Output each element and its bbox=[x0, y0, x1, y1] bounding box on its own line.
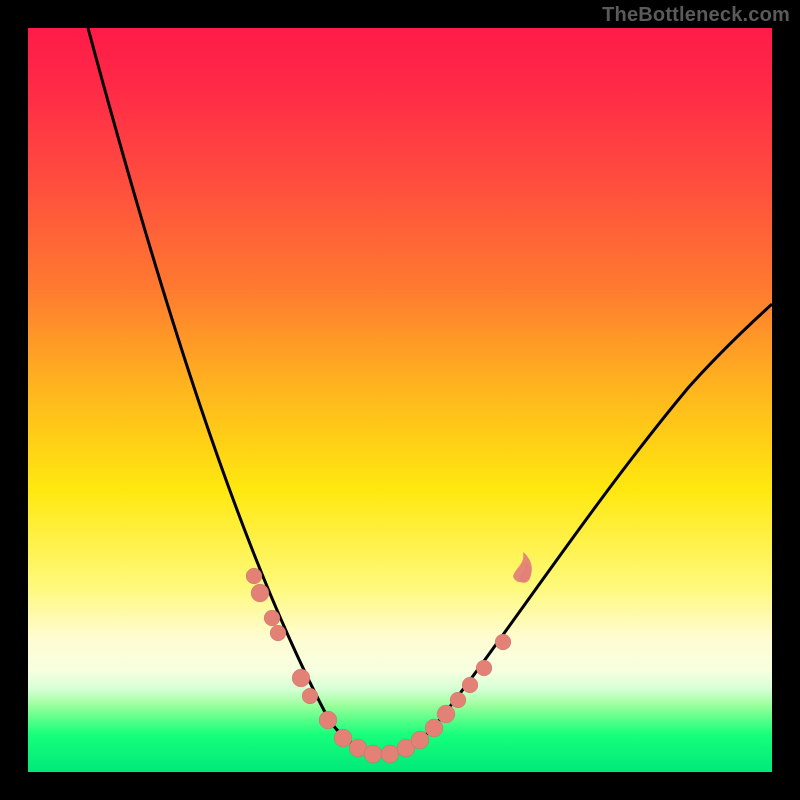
chart-frame: TheBottleneck.com bbox=[0, 0, 800, 800]
marker-dot bbox=[495, 634, 511, 650]
marker-dot bbox=[411, 731, 429, 749]
bottleneck-curve bbox=[88, 28, 772, 753]
marker-dot bbox=[302, 688, 318, 704]
curve-layer bbox=[28, 28, 772, 772]
markers-bottom bbox=[364, 731, 429, 763]
markers-right bbox=[425, 634, 511, 737]
marker-dot bbox=[462, 677, 478, 693]
marker-dot bbox=[364, 745, 382, 763]
marker-dot bbox=[381, 745, 399, 763]
marker-dot bbox=[251, 584, 269, 602]
flame-icon bbox=[513, 552, 532, 583]
marker-dot bbox=[270, 625, 286, 641]
marker-dot bbox=[450, 692, 466, 708]
marker-dot bbox=[425, 719, 443, 737]
marker-dot bbox=[476, 660, 492, 676]
marker-dot bbox=[264, 610, 280, 626]
marker-dot bbox=[292, 669, 310, 687]
markers-left bbox=[246, 568, 367, 757]
marker-dot bbox=[334, 729, 352, 747]
marker-dot bbox=[246, 568, 262, 584]
marker-dot bbox=[319, 711, 337, 729]
marker-dot bbox=[437, 705, 455, 723]
watermark-text: TheBottleneck.com bbox=[602, 4, 790, 27]
